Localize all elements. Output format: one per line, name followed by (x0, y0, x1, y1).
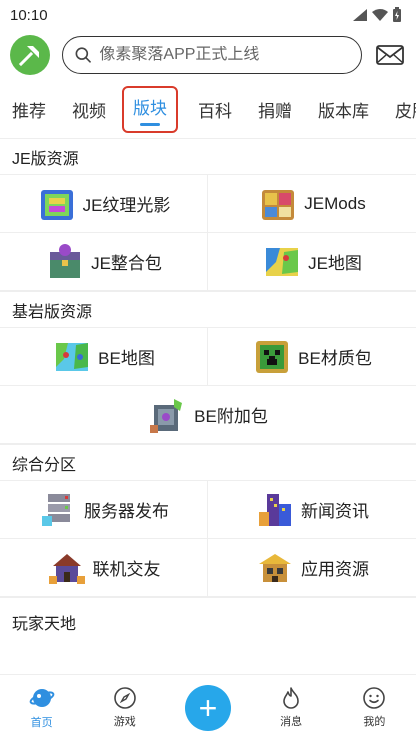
creeper-pack-icon (256, 340, 289, 373)
compass-icon (113, 687, 136, 709)
nav-home-label: 首页 (30, 717, 53, 729)
addon-box-icon (150, 398, 183, 433)
nav-games-label: 游戏 (113, 716, 136, 728)
tab-recommend[interactable]: 推荐 (12, 97, 46, 122)
bottom-nav: 首页 游戏 + 消息 我的 (0, 674, 416, 740)
je-map-label: JE地图 (308, 254, 362, 273)
search-bar[interactable] (62, 36, 362, 74)
tab-versions[interactable]: 版本库 (318, 97, 369, 122)
be-resource-pack-label: BE材质包 (298, 349, 372, 368)
be-map-item[interactable]: BE地图 (0, 328, 208, 386)
active-tab-indicator (140, 122, 160, 126)
be-map-label: BE地图 (98, 349, 155, 368)
nav-messages[interactable]: 消息 (261, 686, 321, 729)
server-icon (42, 493, 70, 526)
be-addon-item[interactable]: BE附加包 (0, 386, 416, 444)
app-resources-item[interactable]: 应用资源 (208, 539, 416, 597)
tab-wiki[interactable]: 百科 (198, 97, 232, 122)
tab-sections[interactable]: 版块 (122, 85, 178, 133)
be-resource-pack-item[interactable]: BE材质包 (208, 328, 416, 386)
be-addon-label: BE附加包 (194, 407, 268, 426)
map-icon (266, 247, 299, 276)
flame-icon (283, 687, 299, 709)
nav-profile[interactable]: 我的 (344, 686, 404, 729)
nav-messages-label: 消息 (280, 716, 303, 728)
je-textures-shaders-item[interactable]: JE纹理光影 (0, 175, 208, 233)
section-grid-be: BE地图 BE材质包 BE附加包 (0, 327, 416, 444)
wifi-icon (372, 9, 388, 21)
news-item[interactable]: 新闻资讯 (208, 481, 416, 539)
search-input[interactable] (99, 46, 349, 64)
multiplayer-friends-item[interactable]: 联机交友 (0, 539, 208, 597)
news-label: 新闻资讯 (301, 502, 369, 521)
nav-games[interactable]: 游戏 (95, 686, 155, 729)
je-map-item[interactable]: JE地图 (208, 233, 416, 291)
je-modpack-label: JE整合包 (91, 254, 162, 273)
nav-post[interactable]: + (178, 684, 238, 731)
nav-home[interactable]: 首页 (12, 685, 72, 730)
be-map-icon (56, 342, 89, 371)
nav-profile-label: 我的 (363, 716, 386, 728)
section-grid-general: 服务器发布 新闻资讯 联机交友 应用资源 (0, 480, 416, 597)
category-tabs: 推荐 视频 版块 百科 捐赠 版本库 皮肤小 (0, 80, 416, 138)
section-title-general: 综合分区 (0, 444, 416, 480)
signal-icon (353, 9, 367, 21)
texture-pack-icon (40, 189, 73, 220)
app-resources-hut-icon (259, 553, 291, 582)
je-mods-label: JEMods (304, 193, 366, 213)
tab-video[interactable]: 视频 (72, 97, 106, 122)
search-icon (75, 47, 91, 63)
app-logo-pickaxe-icon[interactable] (10, 35, 50, 75)
section-title-players: 玩家天地 (0, 597, 416, 645)
server-publish-item[interactable]: 服务器发布 (0, 481, 208, 539)
section-title-be: 基岩版资源 (0, 291, 416, 327)
je-modpack-item[interactable]: JE整合包 (0, 233, 208, 291)
multiplayer-friends-label: 联机交友 (92, 560, 161, 579)
status-icons (352, 7, 402, 23)
multiplayer-house-icon (48, 553, 85, 584)
home-planet-icon (29, 689, 54, 707)
status-bar: 10:10 (0, 0, 416, 30)
section-title-je: JE版资源 (0, 138, 416, 174)
mods-box-icon (262, 189, 295, 220)
smiley-icon (363, 687, 386, 709)
header (0, 30, 416, 80)
battery-icon (393, 7, 401, 22)
tab-skins[interactable]: 皮肤小 (395, 97, 416, 122)
je-textures-shaders-label: JE纹理光影 (82, 196, 171, 215)
server-publish-label: 服务器发布 (84, 502, 169, 521)
news-building-icon (259, 493, 291, 526)
modpack-chest-icon (50, 243, 81, 278)
tab-sections-label: 版块 (133, 98, 167, 118)
tab-donate[interactable]: 捐赠 (258, 97, 292, 122)
je-mods-item[interactable]: JEMods (208, 175, 416, 233)
mail-icon[interactable] (374, 39, 406, 71)
plus-icon[interactable]: + (184, 684, 231, 731)
section-grid-je: JE纹理光影 JEMods JE整合包 JE地图 (0, 174, 416, 291)
status-time: 10:10 (10, 6, 48, 24)
app-resources-label: 应用资源 (301, 560, 369, 579)
